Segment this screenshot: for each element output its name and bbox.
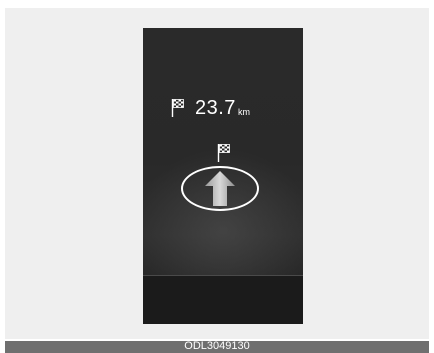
caption-band: ODL3049130 [5,340,429,353]
checkered-flag-icon [171,98,185,118]
destination-flag-icon [217,143,231,168]
display-bottom-bar [143,275,303,324]
instrument-cluster-display: 23.7 km [143,28,303,324]
distance-to-destination: 23.7 km [171,92,250,118]
straight-arrow-icon [205,171,235,206]
distance-unit: km [237,107,250,117]
direction-indicator [181,166,259,211]
distance-value: 23.7 [195,97,236,119]
figure-code: ODL3049130 [184,340,250,352]
